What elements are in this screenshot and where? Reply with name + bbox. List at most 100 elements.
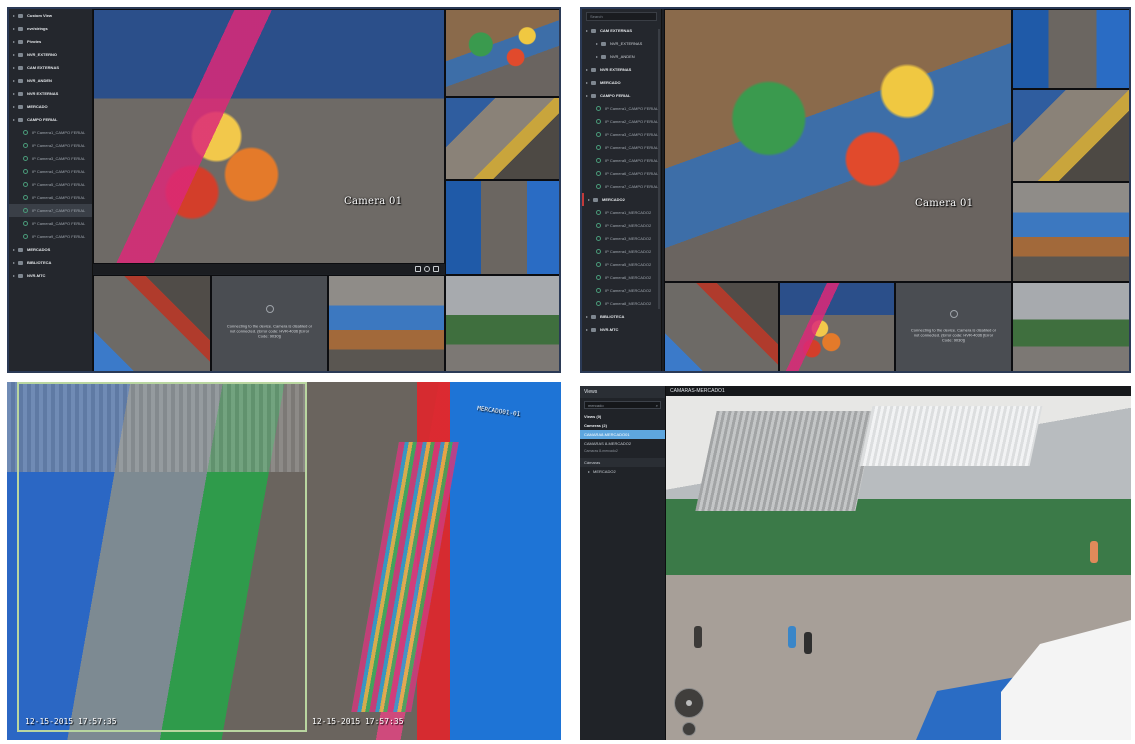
tree-camera-item[interactable]: IP Camera3_MERCADO2 xyxy=(582,232,661,245)
camera-icon xyxy=(23,156,28,161)
tree-group[interactable]: ▸ BIBLIOTECA xyxy=(582,310,661,323)
tree-camera-item[interactable]: IP Camera2_MERCADO2 xyxy=(582,219,661,232)
tree-item-label: IP Camera1_CAMPO FERIAL xyxy=(32,130,86,135)
camera-tile[interactable] xyxy=(445,275,559,371)
tree-camera-item[interactable]: IP Camera1_CAMPO FERIAL xyxy=(582,102,661,115)
tree-group[interactable]: ▸ NVR-MTC xyxy=(9,269,92,282)
snapshot-icon[interactable] xyxy=(415,266,421,272)
tree-item-label: IP Camera9_CAMPO FERIAL xyxy=(32,234,86,239)
camera-icon xyxy=(23,221,28,226)
tree-camera-item[interactable]: IP Camera1_CAMPO FERIAL xyxy=(9,126,92,139)
camera-tile[interactable] xyxy=(1012,89,1129,182)
tree-group[interactable]: ▸ CAMPO FERIAL xyxy=(9,113,92,126)
tree-group[interactable]: ▸ NVR-MTC xyxy=(582,323,661,336)
camera-icon xyxy=(596,301,601,306)
tree-subgroup[interactable]: ▸ NVR_EXTERNAS xyxy=(582,37,661,50)
tree-group[interactable]: ▸ MERCADO xyxy=(582,76,661,89)
folder-icon xyxy=(18,104,23,109)
camera-icon xyxy=(23,195,28,200)
ptz-joystick-icon[interactable] xyxy=(674,688,704,718)
search-input[interactable]: Search xyxy=(586,12,657,21)
sidebar-scrollbar[interactable] xyxy=(658,29,660,309)
folder-icon xyxy=(593,197,598,202)
tree-group[interactable]: ▸ NVR_ANDEN xyxy=(9,74,92,87)
selection-frame[interactable] xyxy=(17,382,307,732)
folder-icon xyxy=(591,93,596,98)
camera-tile[interactable] xyxy=(1012,182,1129,282)
tree-item-label: CAMPO FERIAL xyxy=(27,117,58,122)
camera-tile-offline[interactable]: Connecting to the device. Camera is disa… xyxy=(211,275,328,371)
camera-tile[interactable] xyxy=(328,275,445,371)
tree-camera-item[interactable]: IP Camera5_CAMPO FERIAL xyxy=(9,178,92,191)
search-icon[interactable]: ⌕ xyxy=(656,403,658,408)
tree-camera-item[interactable]: IP Camera3_CAMPO FERIAL xyxy=(582,128,661,141)
search-input[interactable]: mercado ⌕ xyxy=(584,401,661,409)
tree-group[interactable]: ▸ MERCADO xyxy=(9,100,92,113)
camera-tile-main[interactable]: Camera 01 xyxy=(664,9,1012,282)
fullscreen-icon[interactable] xyxy=(433,266,439,272)
camera-view-large[interactable]: 12-15-2015 17:57:35 12-15-2015 17:57:35 … xyxy=(7,382,561,740)
tree-camera-item[interactable]: IP Camera5_CAMPO FERIAL xyxy=(582,154,661,167)
tree-camera-item[interactable]: IP Camera8_MERCADO2 xyxy=(582,297,661,310)
tree-group[interactable]: ▸ Pivotes xyxy=(9,35,92,48)
camera-item-selected[interactable]: CAMARA8-MERCADO01 xyxy=(580,430,665,439)
tree-group[interactable]: ▸ BIBLIOTECA xyxy=(9,256,92,269)
views-heading: Views (0) xyxy=(584,414,602,419)
cameras-section[interactable]: Cámaras xyxy=(580,458,665,467)
record-icon[interactable] xyxy=(424,266,430,272)
tree-camera-item[interactable]: IP Camera6_MERCADO2 xyxy=(582,271,661,284)
tree-item-label: IP Camera3_MERCADO2 xyxy=(605,236,652,241)
tree-camera-item[interactable]: IP Camera1_MERCADO2 xyxy=(582,206,661,219)
camera-icon xyxy=(596,262,601,267)
tree-camera-item[interactable]: IP Camera6_CAMPO FERIAL xyxy=(9,191,92,204)
tree-camera-item[interactable]: IP Camera2_CAMPO FERIAL xyxy=(582,115,661,128)
ptz-zoom-icon[interactable] xyxy=(682,722,696,736)
tree-group[interactable]: ▸ NVR EXTERNAS xyxy=(582,63,661,76)
info-icon xyxy=(265,305,274,314)
tree-group[interactable]: ▸ CAMPO FERIAL xyxy=(582,89,661,102)
tree-item-label: CAM EXTERNAS xyxy=(600,28,633,33)
person xyxy=(1090,541,1098,563)
tree-group[interactable]: ▸ NVR EXTERNAS xyxy=(9,87,92,100)
tree-group[interactable]: ▸ CAM EXTERNAS xyxy=(582,24,661,37)
camera-tile[interactable] xyxy=(445,180,559,275)
camera-tile[interactable] xyxy=(779,282,895,371)
camera-feed[interactable] xyxy=(666,396,1131,740)
tree-camera-item[interactable]: IP Camera3_CAMPO FERIAL xyxy=(9,152,92,165)
group-item[interactable]: ▸ MERCADO2 xyxy=(580,467,665,476)
tree-camera-item[interactable]: IP Camera4_CAMPO FERIAL xyxy=(9,165,92,178)
tree-camera-item[interactable]: IP Camera9_CAMPO FERIAL xyxy=(9,230,92,243)
tree-group[interactable]: ▸ CAM EXTERNAS xyxy=(9,61,92,74)
camera-tile[interactable] xyxy=(93,275,211,371)
tree-camera-item[interactable]: IP Camera2_CAMPO FERIAL xyxy=(9,139,92,152)
camera-icon xyxy=(23,208,28,213)
camera-icon xyxy=(23,182,28,187)
tree-group[interactable]: ▸ Custom View xyxy=(9,9,92,22)
tree-camera-item[interactable]: IP Camera4_CAMPO FERIAL xyxy=(582,141,661,154)
tree-camera-item[interactable]: IP Camera5_MERCADO2 xyxy=(582,258,661,271)
camera-tile[interactable] xyxy=(1012,282,1129,371)
camera-tile[interactable] xyxy=(445,97,559,180)
camera-icon xyxy=(596,119,601,124)
tree-camera-item[interactable]: IP Camera4_MERCADO2 xyxy=(582,245,661,258)
camera-tile-main[interactable]: Camera 01 xyxy=(93,9,445,264)
camera-tile[interactable] xyxy=(664,282,779,371)
camera-tile-offline[interactable]: Connecting to the device. Camera is disa… xyxy=(895,282,1012,371)
camera-item[interactable]: CAMARAS 8-MERCADO2 xyxy=(580,439,665,448)
tree-camera-item[interactable]: IP Camera7_CAMPO FERIAL xyxy=(582,180,661,193)
tree-group[interactable]: ▸ NVR_EXTERNO xyxy=(9,48,92,61)
timestamp-overlay: 12-15-2015 17:57:35 xyxy=(312,717,404,726)
camera-icon xyxy=(596,132,601,137)
tree-camera-item[interactable]: IP Camera7_MERCADO2 xyxy=(582,284,661,297)
tree-camera-item[interactable]: IP Camera6_CAMPO FERIAL xyxy=(582,167,661,180)
tree-group[interactable]: ▸ nvr/strings xyxy=(9,22,92,35)
tree-group[interactable]: ▸ MERCADOS xyxy=(9,243,92,256)
tree-subgroup[interactable]: ▸ NVR_ANDEN xyxy=(582,50,661,63)
camera-tile[interactable] xyxy=(1012,9,1129,89)
camera-tile[interactable] xyxy=(445,9,559,97)
tree-camera-item[interactable]: IP Camera8_CAMPO FERIAL xyxy=(9,217,92,230)
device-tree-sidebar: ▸ Custom View ▸ nvr/strings ▸ Pivotes ▸ NVR_EXT… xyxy=(9,9,93,371)
folder-icon xyxy=(18,13,23,18)
tree-camera-item[interactable]: IP Camera7_CAMPO FERIAL xyxy=(9,204,92,217)
tree-group[interactable]: ▸ MERCADO2 xyxy=(582,193,661,206)
